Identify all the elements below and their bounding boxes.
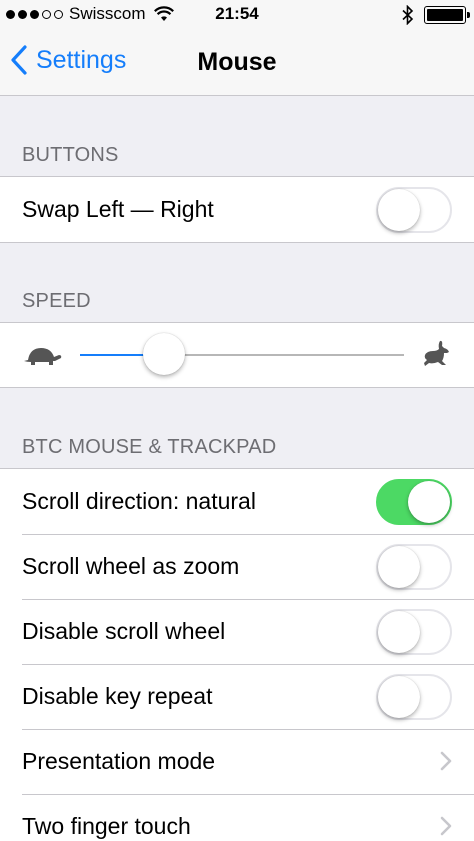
disable-scroll-wheel-toggle[interactable] [376, 609, 452, 655]
row-label: Disable key repeat [22, 683, 213, 709]
battery-icon [424, 6, 470, 24]
status-right [402, 5, 470, 25]
settings-row-two-finger-touch[interactable]: Two finger touch [0, 794, 474, 841]
toggle-knob [378, 189, 420, 231]
disable-key-repeat-toggle[interactable] [376, 674, 452, 720]
section-header-btc: BTC MOUSE & TRACKPAD [22, 436, 277, 458]
toggle-knob [378, 676, 420, 718]
section-header-speed: SPEED [22, 290, 91, 312]
slider-thumb[interactable] [143, 333, 186, 375]
group-buttons: Swap Left — Right [0, 176, 474, 243]
swap-left-right-toggle[interactable] [376, 187, 452, 233]
chevron-right-icon [440, 751, 452, 771]
speed-slider-row [0, 323, 474, 387]
battery-nub [467, 12, 470, 18]
row-label: Scroll direction: natural [22, 488, 256, 514]
scroll-direction-natural-toggle[interactable] [376, 479, 452, 525]
settings-row-scroll-zoom: Scroll wheel as zoom [0, 534, 474, 599]
toggle-knob [408, 481, 450, 523]
group-speed [0, 322, 474, 388]
chevron-right-icon [440, 816, 452, 836]
settings-row-presentation-mode[interactable]: Presentation mode [0, 729, 474, 794]
hare-icon [424, 340, 449, 366]
toggle-knob [378, 546, 420, 588]
navigation-bar: Settings Mouse [0, 30, 474, 96]
bluetooth-icon [402, 5, 414, 25]
row-label: Disable scroll wheel [22, 618, 226, 644]
status-bar: Swisscom 21:54 [0, 0, 474, 30]
scroll-wheel-zoom-toggle[interactable] [376, 544, 452, 590]
row-label: Scroll wheel as zoom [22, 553, 240, 579]
turtle-icon [24, 348, 62, 365]
speed-slider[interactable] [80, 333, 404, 375]
section-header-buttons: BUTTONS [22, 144, 119, 166]
settings-row-swap: Swap Left — Right [0, 177, 474, 242]
group-btc: Scroll direction: natural Scroll wheel a… [0, 468, 474, 841]
row-label: Swap Left — Right [22, 196, 214, 222]
settings-row-disable-scroll: Disable scroll wheel [0, 599, 474, 664]
settings-row-disable-key-repeat: Disable key repeat [0, 664, 474, 729]
row-label: Two finger touch [22, 813, 191, 839]
settings-row-scroll-direction: Scroll direction: natural [0, 469, 474, 534]
toggle-knob [378, 611, 420, 653]
row-label: Presentation mode [22, 748, 216, 774]
page-title: Mouse [197, 48, 277, 76]
battery-fill [427, 9, 463, 21]
